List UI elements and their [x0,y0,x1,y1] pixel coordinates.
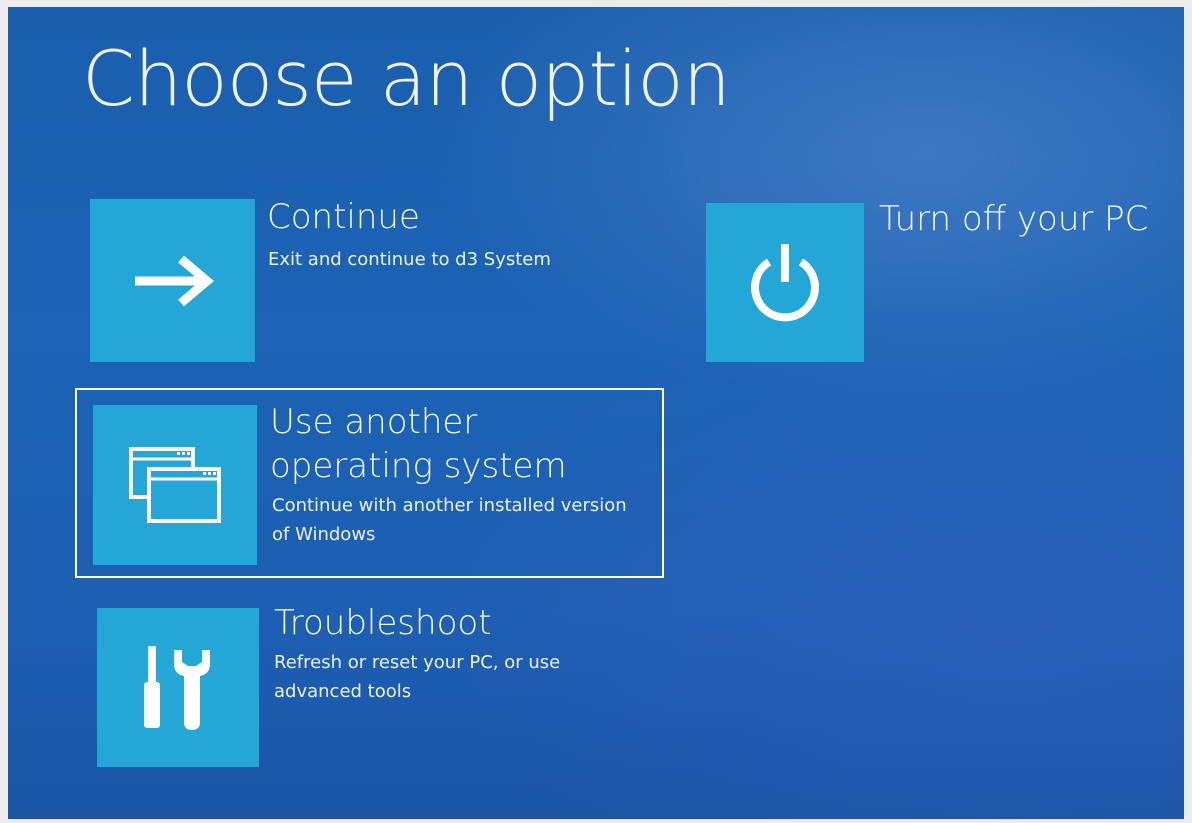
page-title: Choose an option [82,34,731,123]
another-os-title-line1[interactable]: Use another [270,400,477,444]
turn-off-tile[interactable] [706,203,864,362]
continue-title[interactable]: Continue [267,195,420,239]
tools-icon [144,645,210,730]
another-os-title-line2[interactable]: operating system [270,444,567,488]
troubleshoot-tile[interactable] [97,608,259,767]
troubleshoot-title[interactable]: Troubleshoot [274,601,492,645]
continue-tile[interactable] [90,199,255,362]
another-os-tile[interactable] [93,405,257,565]
arrow-right-icon [134,255,214,306]
continue-description: Exit and continue to d3 System [268,249,551,270]
turn-off-title[interactable]: Turn off your PC [879,197,1148,241]
another-os-description-line2: of Windows [272,524,376,545]
troubleshoot-description-line1: Refresh or reset your PC, or use [274,652,561,673]
windows-stack-icon [129,447,221,523]
troubleshoot-description-line2: advanced tools [274,681,412,702]
recovery-screen: Choose an option Continue Exit and conti… [8,7,1184,819]
power-icon [751,243,819,321]
another-os-description-line1: Continue with another installed version [272,495,627,516]
